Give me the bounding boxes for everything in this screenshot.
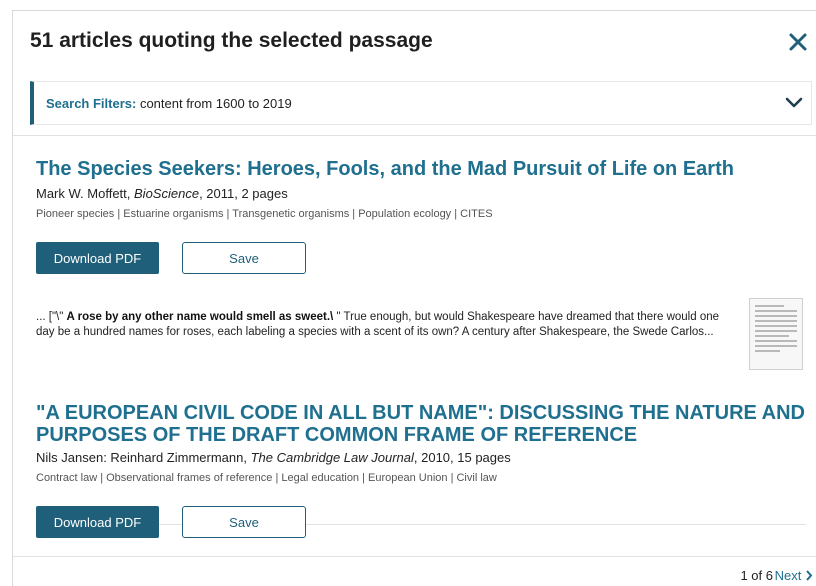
search-filters-value: content from 1600 to 2019 [136, 96, 292, 111]
article-details: , 2011, 2 pages [199, 186, 288, 201]
article-title[interactable]: The Species Seekers: Heroes, Fools, and … [36, 158, 806, 180]
close-icon[interactable] [787, 31, 809, 53]
article-title-line: PURPOSES OF THE DRAFT COMMON FRAME OF RE… [36, 424, 638, 446]
article-item: "A EUROPEAN CIVIL CODE IN ALL BUT NAME":… [36, 402, 806, 540]
article-title-line: "A EUROPEAN CIVIL CODE IN ALL BUT NAME":… [36, 402, 805, 424]
dialog-title: 51 articles quoting the selected passage [30, 29, 433, 52]
snippet-prefix: ... ["\" [36, 311, 67, 323]
article-title[interactable]: "A EUROPEAN CIVIL CODE IN ALL BUT NAME":… [36, 402, 806, 446]
chevron-down-icon[interactable] [785, 96, 803, 110]
page-thumbnail[interactable] [749, 298, 803, 370]
article-topics: Pioneer species | Estuarine organisms | … [36, 208, 493, 220]
search-filters-label: Search Filters: [46, 96, 137, 111]
chevron-right-icon [806, 570, 813, 581]
dialog-header: 51 articles quoting the selected passage [13, 11, 816, 71]
article-snippet: ... ["\" A rose by any other name would … [36, 310, 736, 340]
article-authors: Nils Jansen: Reinhard Zimmermann, [36, 450, 251, 465]
save-button[interactable]: Save [182, 506, 306, 538]
snippet-highlight: A rose by any other name would smell as … [66, 311, 334, 323]
article-meta: Nils Jansen: Reinhard Zimmermann, The Ca… [36, 450, 806, 465]
article-authors: Mark W. Moffett, [36, 186, 135, 201]
page-indicator: 1 of 6 [740, 568, 773, 583]
article-details: , 2010, 15 pages [413, 450, 511, 465]
pagination-bar: 1 of 6 Next [13, 556, 816, 586]
article-topics: Contract law | Observational frames of r… [36, 472, 497, 484]
download-pdf-button[interactable]: Download PDF [36, 242, 159, 274]
save-button[interactable]: Save [182, 242, 306, 274]
article-actions: Download PDF Save [36, 242, 806, 276]
results-list: The Species Seekers: Heroes, Fools, and … [13, 136, 816, 556]
next-page-link[interactable]: Next [775, 568, 813, 583]
quotes-dialog: 51 articles quoting the selected passage… [12, 10, 816, 586]
search-filters-bar[interactable]: Search Filters: content from 1600 to 201… [30, 81, 812, 125]
download-pdf-button[interactable]: Download PDF [36, 506, 159, 538]
next-label: Next [774, 568, 802, 583]
article-journal: The Cambridge Law Journal [250, 450, 414, 465]
article-item: The Species Seekers: Heroes, Fools, and … [36, 158, 806, 370]
search-filters-text: Search Filters: content from 1600 to 201… [46, 96, 292, 111]
article-meta: Mark W. Moffett, BioScience, 2011, 2 pag… [36, 186, 806, 201]
article-actions: Download PDF Save [36, 506, 806, 540]
article-journal: BioScience [134, 186, 200, 201]
